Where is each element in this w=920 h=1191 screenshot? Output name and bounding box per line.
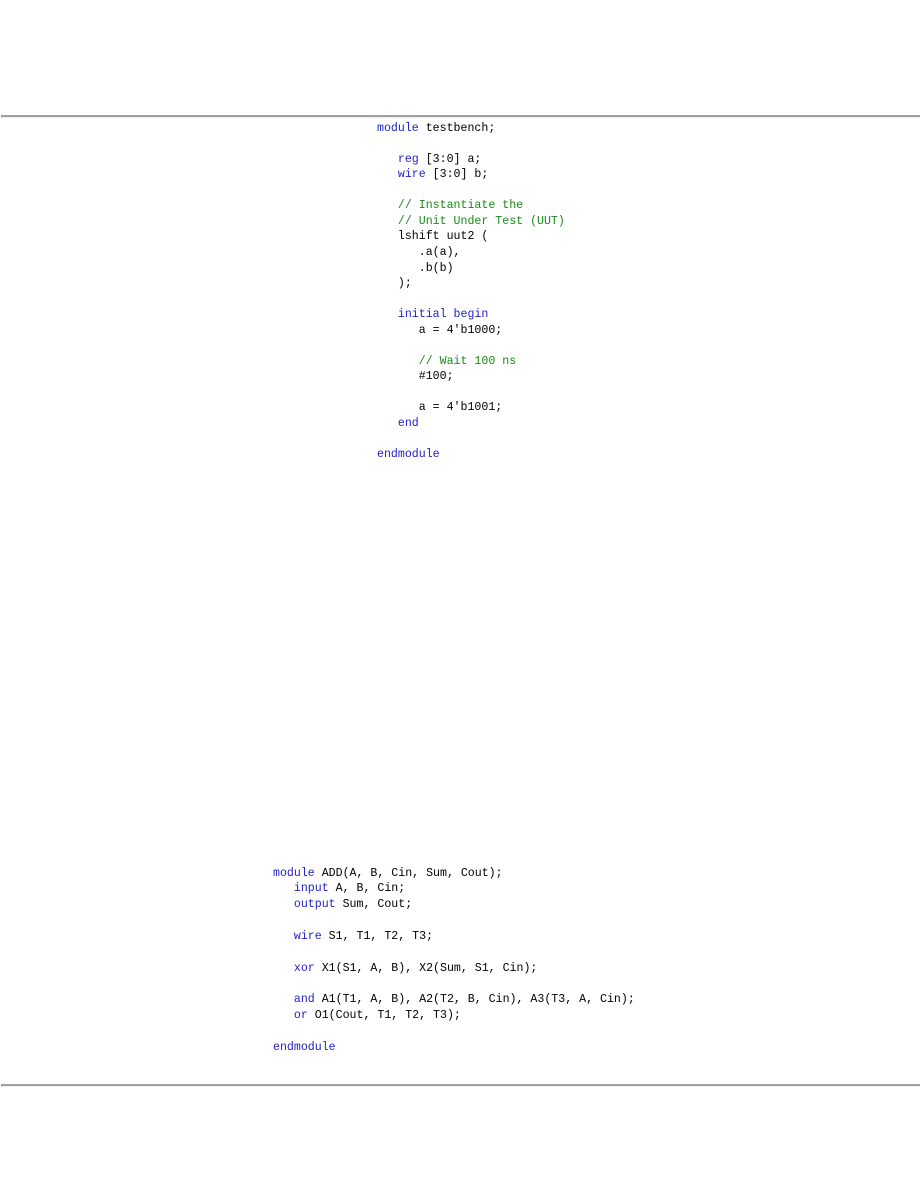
code-keyword: module bbox=[377, 121, 419, 135]
code-comment: // Unit Under Test (UUT) bbox=[397, 214, 565, 228]
code-line: or O1(Cout, T1, T2, T3); bbox=[273, 1008, 635, 1024]
code-keyword: output bbox=[293, 898, 336, 912]
code-text: .a(a), bbox=[377, 245, 461, 259]
code-line: wire [3:0] b; bbox=[377, 167, 565, 183]
code-line: module testbench; bbox=[377, 121, 565, 137]
code-line: endmodule bbox=[273, 1040, 635, 1056]
document-page: module testbench; reg [3:0] a; wire [3:0… bbox=[0, 0, 920, 1191]
code-line: // Wait 100 ns bbox=[377, 354, 565, 370]
code-line: ); bbox=[377, 276, 565, 292]
code-text: A1(T1, A, B), A2(T2, B, Cin), A3(T3, A, … bbox=[314, 993, 635, 1007]
code-text: a = 4'b1000; bbox=[377, 323, 503, 337]
code-keyword: input bbox=[293, 882, 329, 896]
code-line: input A, B, Cin; bbox=[273, 881, 635, 897]
code-block-testbench-module: module testbench; reg [3:0] a; wire [3:0… bbox=[377, 121, 565, 463]
code-line: initial begin bbox=[377, 307, 565, 323]
code-text: lshift uut2 ( bbox=[377, 230, 489, 244]
code-line: and A1(T1, A, B), A2(T2, B, Cin), A3(T3,… bbox=[273, 992, 635, 1008]
code-line: endmodule bbox=[377, 447, 565, 463]
code-text: [3:0] b; bbox=[425, 168, 489, 182]
code-line: reg [3:0] a; bbox=[377, 152, 565, 168]
code-keyword: module bbox=[273, 866, 315, 880]
code-text: [3:0] a; bbox=[418, 152, 482, 166]
code-line: module ADD(A, B, Cin, Sum, Cout); bbox=[273, 866, 635, 882]
horizontal-rule-top bbox=[1, 115, 920, 118]
code-comment: // Wait 100 ns bbox=[418, 354, 517, 368]
code-line: .a(a), bbox=[377, 245, 565, 261]
code-text: .b(b) bbox=[377, 261, 454, 275]
code-text: a = 4'b1001; bbox=[377, 401, 503, 415]
code-line: .b(b) bbox=[377, 261, 565, 277]
code-line: xor X1(S1, A, B), X2(Sum, S1, Cin); bbox=[273, 961, 635, 977]
code-line: a = 4'b1001; bbox=[377, 400, 565, 416]
code-text: #100; bbox=[377, 370, 454, 384]
code-keyword: or bbox=[293, 1009, 308, 1023]
code-line: wire S1, T1, T2, T3; bbox=[273, 929, 635, 945]
code-line: output Sum, Cout; bbox=[273, 897, 635, 913]
code-line: #100; bbox=[377, 369, 565, 385]
code-line: // Unit Under Test (UUT) bbox=[377, 214, 565, 230]
code-block-add-module: module ADD(A, B, Cin, Sum, Cout); input … bbox=[273, 866, 635, 1056]
code-keyword: and bbox=[293, 993, 315, 1007]
code-text: testbench; bbox=[418, 121, 496, 135]
code-text: S1, T1, T2, T3; bbox=[321, 929, 434, 943]
code-keyword: reg bbox=[397, 152, 419, 166]
code-keyword: endmodule bbox=[377, 448, 440, 462]
code-keyword: xor bbox=[293, 961, 315, 975]
code-keyword: initial begin bbox=[397, 308, 489, 322]
code-comment: // Instantiate the bbox=[397, 199, 524, 213]
code-text: X1(S1, A, B), X2(Sum, S1, Cin); bbox=[314, 961, 538, 975]
code-keyword: wire bbox=[397, 168, 426, 182]
code-line: lshift uut2 ( bbox=[377, 229, 565, 245]
code-text: ADD(A, B, Cin, Sum, Cout); bbox=[314, 866, 503, 880]
code-keyword: endmodule bbox=[273, 1040, 336, 1054]
code-text: ); bbox=[377, 277, 412, 291]
code-text: A, B, Cin; bbox=[328, 882, 406, 896]
code-keyword: wire bbox=[293, 929, 322, 943]
code-line: end bbox=[377, 416, 565, 432]
code-line: // Instantiate the bbox=[377, 198, 565, 214]
code-line: a = 4'b1000; bbox=[377, 323, 565, 339]
code-text: O1(Cout, T1, T2, T3); bbox=[307, 1009, 461, 1023]
code-keyword: end bbox=[397, 416, 419, 430]
code-text: Sum, Cout; bbox=[335, 898, 413, 912]
horizontal-rule-bottom bbox=[1, 1084, 920, 1087]
